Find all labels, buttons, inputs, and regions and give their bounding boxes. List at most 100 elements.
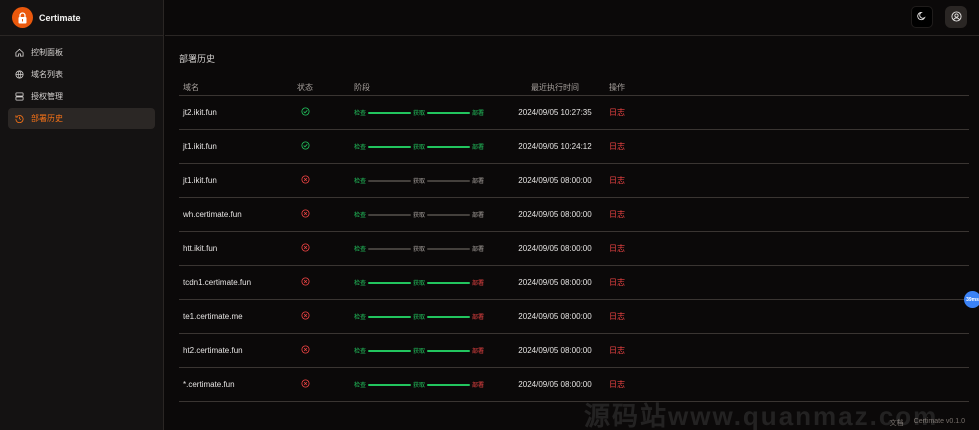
domain-cell: tcdn1.certimate.fun [183, 278, 252, 287]
time-cell: 2024/09/05 08:00:00 [518, 380, 592, 389]
time-cell: 2024/09/05 08:00:00 [518, 244, 592, 253]
table-body: jt2.ikit.fun 检查 获取 部署 2024/09/05 10:27:3… [179, 96, 969, 402]
stage-obtain-label: 获取 [413, 315, 426, 321]
x-circle-icon [301, 243, 310, 254]
sidebar-item-dashboard[interactable]: 控制面板 [8, 42, 155, 63]
col-stage-header: 阶段 [354, 82, 370, 92]
stage-cell: 检查 获取 部署 [354, 278, 501, 287]
status-cell [297, 277, 354, 288]
stage-progress: 检查 获取 部署 [354, 346, 484, 355]
stage-check-label: 检查 [354, 349, 367, 355]
sidebar-nav: 控制面板 域名列表 授权管理 部署历史 [0, 36, 163, 136]
stage-connector [427, 315, 470, 318]
sidebar-item-history[interactable]: 部署历史 [8, 108, 155, 129]
brand-name: Certimate [39, 12, 81, 23]
stage-connector [368, 349, 411, 352]
stage-obtain-label: 获取 [413, 213, 426, 219]
stage-check-label: 检查 [354, 383, 367, 389]
stage-progress: 检查 获取 部署 [354, 244, 484, 253]
history-icon [14, 114, 24, 124]
stage-connector [368, 179, 411, 182]
sidebar-item-domains[interactable]: 域名列表 [8, 64, 155, 85]
stage-progress: 检查 获取 部署 [354, 108, 484, 117]
stage-cell: 检查 获取 部署 [354, 210, 501, 219]
stage-deploy-label: 部署 [472, 383, 485, 389]
log-link[interactable]: 日志 [609, 141, 669, 152]
domain-cell: te1.certimate.me [183, 312, 243, 321]
time-cell: 2024/09/05 10:24:12 [518, 142, 592, 151]
stage-check-label: 检查 [354, 111, 367, 117]
stage-deploy-label: 部署 [472, 145, 485, 151]
theme-toggle-button[interactable] [911, 6, 933, 28]
stage-connector [427, 213, 470, 216]
time-cell: 2024/09/05 08:00:00 [518, 346, 592, 355]
stage-progress: 检查 获取 部署 [354, 278, 484, 287]
stage-progress: 检查 获取 部署 [354, 142, 484, 151]
stage-check-label: 检查 [354, 145, 367, 151]
stage-cell: 检查 获取 部署 [354, 380, 501, 389]
sidebar-item-label: 控制面板 [31, 48, 63, 57]
stage-connector [368, 281, 411, 284]
stage-obtain-label: 获取 [413, 281, 426, 287]
status-cell [297, 107, 354, 118]
time-cell: 2024/09/05 10:27:35 [518, 108, 592, 117]
sidebar-item-access[interactable]: 授权管理 [8, 86, 155, 107]
user-menu-button[interactable] [945, 6, 967, 28]
status-cell [297, 141, 354, 152]
table-row: jt2.ikit.fun 检查 获取 部署 2024/09/05 10:27:3… [179, 96, 969, 130]
x-circle-icon [301, 277, 310, 288]
sidebar-item-label: 部署历史 [31, 114, 63, 123]
time-cell: 2024/09/05 08:00:00 [518, 312, 592, 321]
floating-badge[interactable]: 39ms [964, 291, 979, 308]
user-circle-icon [950, 10, 962, 24]
stage-progress: 检查 获取 部署 [354, 210, 484, 219]
time-cell: 2024/09/05 08:00:00 [518, 210, 592, 219]
stage-connector [368, 247, 411, 250]
stage-connector [368, 213, 411, 216]
domain-cell: ht2.certimate.fun [183, 346, 243, 355]
x-circle-icon [301, 311, 310, 322]
stage-check-label: 检查 [354, 315, 367, 321]
log-link[interactable]: 日志 [609, 311, 669, 322]
stage-check-label: 检查 [354, 179, 367, 185]
table-header: 域名 状态 阶段 最近执行时间 操作 [179, 79, 969, 96]
brand[interactable]: Certimate [0, 0, 163, 36]
stage-cell: 检查 获取 部署 [354, 312, 501, 321]
domain-cell: jt1.ikit.fun [183, 142, 217, 151]
log-link[interactable]: 日志 [609, 277, 669, 288]
stage-cell: 检查 获取 部署 [354, 244, 501, 253]
log-link[interactable]: 日志 [609, 379, 669, 390]
domain-cell: jt2.ikit.fun [183, 108, 217, 117]
stage-obtain-label: 获取 [413, 247, 426, 253]
stage-connector [427, 247, 470, 250]
log-link[interactable]: 日志 [609, 345, 669, 356]
stage-connector [427, 111, 470, 114]
stage-progress: 检查 获取 部署 [354, 312, 484, 321]
stage-connector [427, 383, 470, 386]
domain-cell: jt1.ikit.fun [183, 176, 217, 185]
lock-logo-icon [12, 7, 33, 28]
stage-connector [368, 145, 411, 148]
stage-cell: 检查 获取 部署 [354, 142, 501, 151]
check-circle-icon [301, 107, 310, 118]
time-cell: 2024/09/05 08:00:00 [518, 176, 592, 185]
stage-deploy-label: 部署 [472, 349, 485, 355]
stage-progress: 检查 获取 部署 [354, 380, 484, 389]
log-link[interactable]: 日志 [609, 175, 669, 186]
stage-connector [368, 111, 411, 114]
log-link[interactable]: 日志 [609, 243, 669, 254]
stage-cell: 检查 获取 部署 [354, 346, 501, 355]
table-row: jt1.ikit.fun 检查 获取 部署 2024/09/05 10:24:1… [179, 130, 969, 164]
domain-cell: *.certimate.fun [183, 380, 235, 389]
history-table: 域名 状态 阶段 最近执行时间 操作 jt2.ikit.fun 检查 获取 部署… [179, 79, 969, 402]
log-link[interactable]: 日志 [609, 209, 669, 220]
status-cell [297, 379, 354, 390]
watermark: 源码站www.quanmaz.com [584, 401, 939, 430]
table-row: wh.certimate.fun 检查 获取 部署 2024/09/05 08:… [179, 198, 969, 232]
table-row: ht2.certimate.fun 检查 获取 部署 2024/09/05 08… [179, 334, 969, 368]
x-circle-icon [301, 209, 310, 220]
stage-connector [427, 145, 470, 148]
log-link[interactable]: 日志 [609, 107, 669, 118]
stage-connector [427, 349, 470, 352]
stage-progress: 检查 获取 部署 [354, 176, 484, 185]
